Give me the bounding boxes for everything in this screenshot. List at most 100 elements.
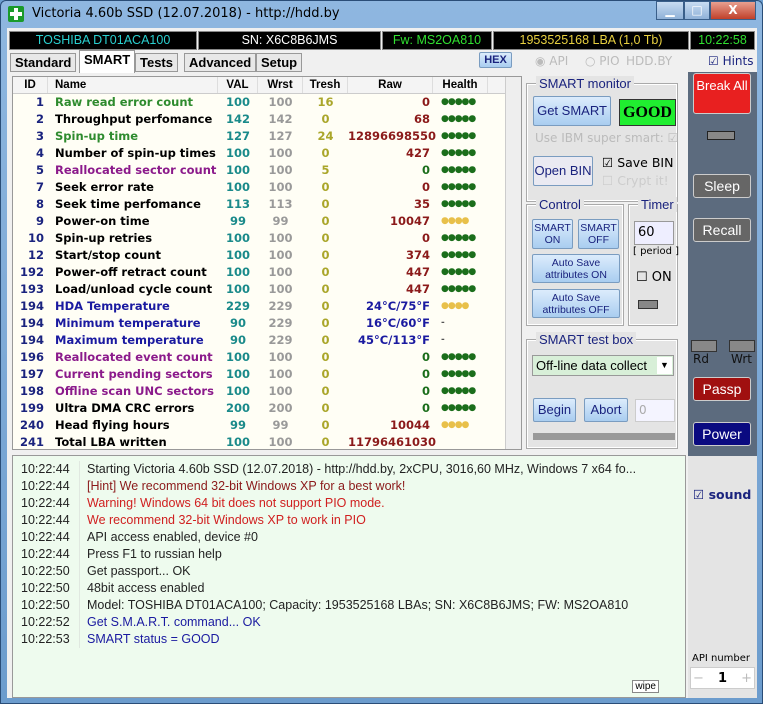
col-wrst[interactable]: Wrst	[258, 77, 303, 93]
log-time: 10:22:44	[13, 529, 80, 546]
chevron-down-icon[interactable]: ▼	[657, 357, 672, 374]
cell-wrst: 100	[268, 95, 293, 109]
table-row[interactable]: 192 Power-off retract count 100 100 0 447 ●●●●…	[13, 264, 521, 281]
table-scrollbar[interactable]	[505, 77, 521, 449]
col-health[interactable]: Health	[433, 77, 488, 93]
open-bin-button[interactable]: Open BIN	[533, 156, 593, 186]
cell-name: Load/unload cycle count	[55, 282, 213, 296]
cell-val: 100	[225, 350, 250, 364]
save-bin-checkbox[interactable]: ☑ Save BIN	[602, 155, 673, 170]
log-message: Get S.M.A.R.T. command... OK	[87, 615, 261, 629]
cell-id: 192	[19, 265, 44, 279]
cell-raw: 374	[405, 248, 430, 262]
table-row[interactable]: 194 HDA Temperature 229 229 0 24°C/75°F ●●●●	[13, 298, 521, 315]
cell-raw: 68	[413, 112, 430, 126]
minimize-button[interactable]: ▁	[656, 1, 684, 20]
table-row[interactable]: 7 Seek error rate 100 100 0 0 ●●●●●	[13, 179, 521, 196]
increment-button[interactable]: +	[741, 671, 754, 686]
col-name[interactable]: Name	[48, 77, 218, 93]
auto-save-off-button[interactable]: Auto Save attributes OFF	[532, 289, 620, 318]
table-row[interactable]: 194 Maximum temperature 90 229 0 45°C/113°F -	[13, 332, 521, 349]
cell-val: 99	[229, 418, 246, 432]
cell-name: Total LBA written	[55, 435, 167, 449]
table-row[interactable]: 2 Throughput perfomance 142 142 0 68 ●●●●●	[13, 111, 521, 128]
col-id[interactable]: ID	[13, 77, 48, 93]
sound-checkbox[interactable]: ☑ sound	[693, 487, 751, 502]
passp-button[interactable]: Passp	[693, 377, 751, 401]
table-row[interactable]: 193 Load/unload cycle count 100 100 0 447 ●●●●…	[13, 281, 521, 298]
test-type-select[interactable]: Off-line data collect ▼	[532, 355, 674, 376]
table-row[interactable]: 241 Total LBA written 100 100 0 11796461030	[13, 434, 521, 449]
abort-button[interactable]: Abort	[584, 398, 628, 422]
hints-checkbox[interactable]: ☑ Hints	[708, 54, 754, 68]
break-all-button[interactable]: Break All	[693, 73, 751, 114]
table-row[interactable]: 8 Seek time perfomance 113 113 0 35 ●●●●●	[13, 196, 521, 213]
table-row[interactable]: 3 Spin-up time 127 127 24 12896698550 ●●●●●	[13, 128, 521, 145]
cell-wrst: 100	[268, 350, 293, 364]
table-row[interactable]: 198 Offline scan UNC sectors 100 100 0 0 ●●●●●	[13, 383, 521, 400]
col-val[interactable]: VAL	[218, 77, 258, 93]
crypt-label: Crypt it!	[617, 173, 669, 188]
table-row[interactable]: 197 Current pending sectors 100 100 0 0 ●●●●●	[13, 366, 521, 383]
table-row[interactable]: 5 Reallocated sector count 100 100 5 0 ●●●●●	[13, 162, 521, 179]
cell-tresh: 0	[321, 265, 330, 279]
table-row[interactable]: 4 Number of spin-up times 100 100 0 427 ●●●●●	[13, 145, 521, 162]
side-panel: Break All Sleep Recall Rd Wrt Passp Powe…	[688, 72, 757, 698]
tab-setup[interactable]: Setup	[256, 53, 303, 72]
api-radio[interactable]: ◉ API	[535, 54, 568, 68]
timer-on-checkbox[interactable]: ☐ ON	[636, 270, 672, 285]
timer-period-input[interactable]: 60	[634, 221, 674, 245]
log-message: We recommend 32-bit Windows XP to work i…	[87, 513, 366, 527]
tab-standard[interactable]: Standard	[10, 53, 77, 72]
cell-health: ●●●●●	[441, 165, 476, 175]
cell-raw: 11796461030	[348, 435, 437, 449]
get-smart-button[interactable]: Get SMART	[533, 96, 611, 126]
log-time: 10:22:50	[13, 580, 80, 597]
smart-off-button[interactable]: SMART OFF	[578, 219, 619, 249]
table-row[interactable]: 199 Ultra DMA CRC errors 200 200 0 0 ●●●●●	[13, 400, 521, 417]
tab-advanced[interactable]: Advanced	[184, 53, 257, 72]
maximize-button[interactable]: □	[684, 1, 710, 20]
tab-tests[interactable]: Tests	[135, 53, 178, 72]
crypt-checkbox[interactable]: ☐ Crypt it!	[602, 173, 669, 188]
cell-tresh: 24	[317, 129, 334, 143]
cell-raw: 24°C/75°F	[365, 299, 430, 313]
cell-raw: 12896698550	[348, 129, 437, 143]
hex-button[interactable]: HEX	[479, 52, 512, 68]
wrt-label: Wrt	[731, 352, 752, 366]
table-row[interactable]: 240 Head flying hours 99 99 0 10044 ●●●●	[13, 417, 521, 434]
recall-button[interactable]: Recall	[693, 218, 751, 242]
wipe-button[interactable]: wipe	[632, 680, 659, 693]
col-tresh[interactable]: Tresh	[303, 77, 348, 93]
power-button[interactable]: Power	[693, 422, 751, 446]
cell-tresh: 0	[321, 333, 330, 347]
api-number-stepper[interactable]: − 1 +	[690, 667, 755, 689]
table-row[interactable]: 194 Minimum temperature 90 229 0 16°C/60°F -	[13, 315, 521, 332]
smart-on-button[interactable]: SMART ON	[532, 219, 573, 249]
table-row[interactable]: 10 Spin-up retries 100 100 0 0 ●●●●●	[13, 230, 521, 247]
hints-label: Hints	[722, 54, 754, 68]
pio-radio[interactable]: ○ PIO	[585, 54, 620, 68]
auto-save-on-button[interactable]: Auto Save attributes ON	[532, 254, 620, 283]
cell-val: 90	[229, 333, 246, 347]
cell-wrst: 100	[268, 248, 293, 262]
table-row[interactable]: 196 Reallocated event count 100 100 0 0 ●●●●●	[13, 349, 521, 366]
cell-wrst: 99	[272, 418, 289, 432]
cell-raw: 0	[421, 231, 430, 245]
cell-val: 90	[229, 316, 246, 330]
table-row[interactable]: 9 Power-on time 99 99 0 10047 ●●●●	[13, 213, 521, 230]
sleep-button[interactable]: Sleep	[693, 174, 751, 198]
decrement-button[interactable]: −	[691, 671, 704, 686]
table-row[interactable]: 1 Raw read error count 100 100 16 0 ●●●●●	[13, 94, 521, 111]
cell-wrst: 99	[272, 214, 289, 228]
table-row[interactable]: 12 Start/stop count 100 100 0 374 ●●●●●	[13, 247, 521, 264]
ibm-super-smart-checkbox[interactable]: Use IBM super smart: ☑	[535, 131, 678, 145]
tab-smart[interactable]: SMART	[79, 50, 136, 73]
col-raw[interactable]: Raw	[348, 77, 433, 93]
close-button[interactable]: X	[710, 1, 756, 20]
begin-button[interactable]: Begin	[533, 398, 576, 422]
log-panel: 10:22:44 Starting Victoria 4.60b SSD (12.…	[12, 455, 686, 698]
log-message: Model: TOSHIBA DT01ACA100; Capacity: 195…	[87, 598, 629, 612]
cell-id: 2	[35, 112, 44, 126]
cell-health: ●●●●	[441, 216, 469, 226]
